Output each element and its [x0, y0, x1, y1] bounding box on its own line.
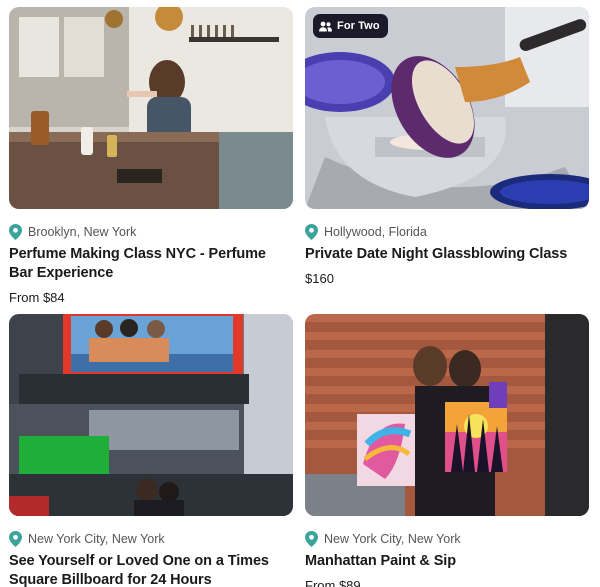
perfume-photo [9, 7, 293, 209]
location-text: Brooklyn, New York [28, 225, 137, 239]
experience-card[interactable]: New York City, New York Manhattan Paint … [305, 314, 589, 587]
location-text: New York City, New York [324, 532, 461, 546]
location-text: New York City, New York [28, 532, 165, 546]
map-pin-icon [9, 224, 22, 240]
location: New York City, New York [9, 531, 293, 547]
paint-sip-photo [305, 314, 589, 516]
card-title[interactable]: Manhattan Paint & Sip [305, 552, 589, 571]
map-pin-icon [305, 531, 318, 547]
card-price: From $89 [305, 578, 361, 587]
location: Hollywood, Florida [305, 224, 589, 240]
experience-card[interactable]: For Two Hollywood, Florida Private Date … [305, 7, 589, 286]
card-image-paint-sip[interactable] [305, 314, 589, 516]
billboard-photo [9, 314, 293, 516]
map-pin-icon [305, 224, 318, 240]
card-image-billboard[interactable] [9, 314, 293, 516]
experience-card[interactable]: New York City, New York See Yourself or … [9, 314, 293, 587]
location-text: Hollywood, Florida [324, 225, 427, 239]
card-price: $160 [305, 271, 334, 286]
card-title[interactable]: Perfume Making Class NYC - Perfume Bar E… [9, 245, 293, 283]
location: New York City, New York [305, 531, 589, 547]
card-image-perfume[interactable] [9, 7, 293, 209]
badge-label: For Two [337, 20, 380, 32]
two-people-icon [319, 21, 332, 31]
card-image-glassblowing[interactable]: For Two [305, 7, 589, 209]
experience-card[interactable]: Brooklyn, New York Perfume Making Class … [9, 7, 293, 305]
card-title[interactable]: See Yourself or Loved One on a Times Squ… [9, 552, 293, 587]
card-title[interactable]: Private Date Night Glassblowing Class [305, 245, 589, 264]
location: Brooklyn, New York [9, 224, 293, 240]
card-price: From $84 [9, 290, 65, 305]
map-pin-icon [9, 531, 22, 547]
for-two-badge: For Two [313, 14, 388, 38]
